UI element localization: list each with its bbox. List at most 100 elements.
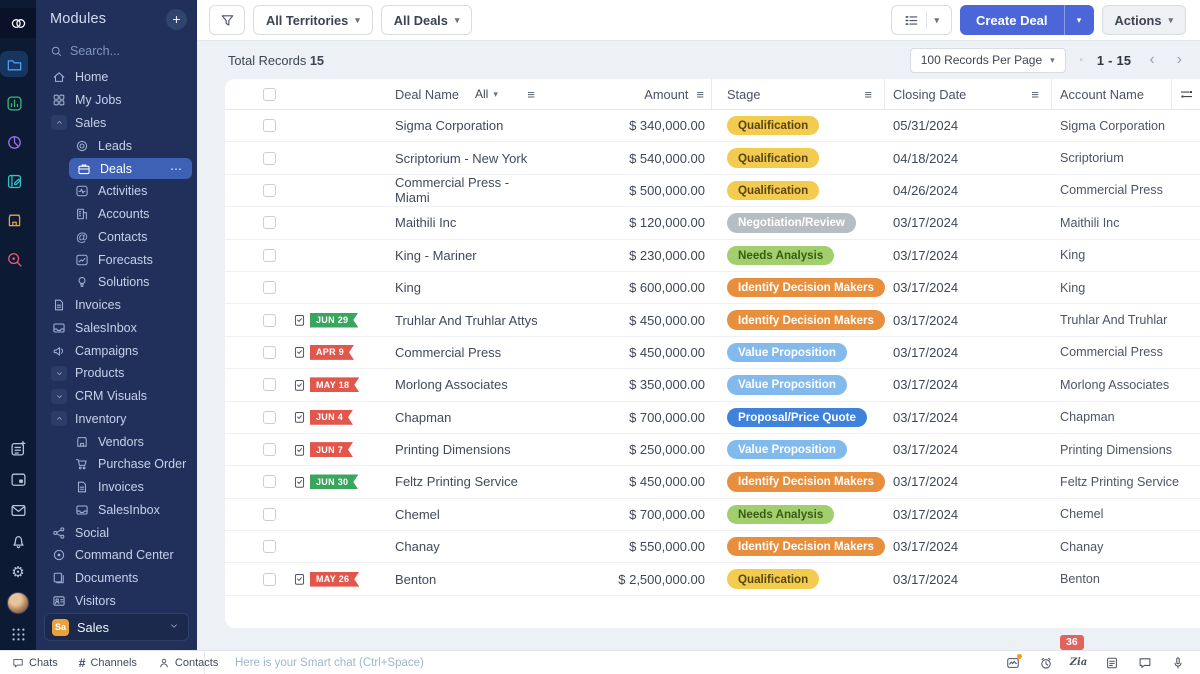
account-name-link[interactable]: King (1052, 240, 1200, 271)
deal-row-chemel[interactable]: Chemel $ 700,000.00 Needs Analysis 03/17… (225, 499, 1200, 531)
row-checkbox[interactable] (263, 119, 276, 132)
deal-row-commercial-press[interactable]: APR 9 Commercial Press $ 450,000.00 Valu… (225, 337, 1200, 369)
deal-name-link[interactable]: Chanay (383, 531, 545, 562)
deal-row-king-mariner[interactable]: King - Mariner $ 230,000.00 Needs Analys… (225, 240, 1200, 272)
account-name-link[interactable]: Commercial Press (1052, 337, 1200, 368)
territory-filter-dropdown[interactable]: All Territories ▾ (253, 5, 373, 35)
deal-row-printing-dimensions[interactable]: JUN 7 Printing Dimensions $ 250,000.00 V… (225, 434, 1200, 466)
account-name-link[interactable]: Sigma Corporation (1052, 110, 1200, 141)
deal-name-link[interactable]: King - Mariner (383, 240, 545, 271)
sidebar-item-campaigns[interactable]: Campaigns (36, 339, 197, 362)
sidebar-item-visitors[interactable]: Visitors (36, 590, 197, 609)
stage-column-header[interactable]: Stage (727, 87, 760, 102)
deal-name-link[interactable]: Commercial Press - Miami (383, 175, 545, 206)
chat-button[interactable] (1128, 656, 1161, 670)
sidebar-item-purchase-order[interactable]: Purchase Order (36, 453, 197, 476)
column-menu-icon[interactable]: ≡ (696, 87, 704, 102)
account-name-link[interactable]: Scriptorium (1052, 142, 1200, 173)
deal-name-link[interactable]: Benton (383, 563, 545, 594)
create-deal-dropdown[interactable]: ▾ (1064, 5, 1094, 35)
deal-name-link[interactable]: Printing Dimensions (383, 434, 545, 465)
deal-row-king[interactable]: King $ 600,000.00 Identify Decision Make… (225, 272, 1200, 304)
deal-name-link[interactable]: Morlong Associates (383, 369, 545, 400)
deal-name-link[interactable]: Scriptorium - New York (383, 142, 545, 173)
sidebar-item-social[interactable]: Social (36, 521, 197, 544)
row-checkbox[interactable] (263, 475, 276, 488)
account-name-link[interactable]: Maithili Inc (1052, 207, 1200, 238)
account-name-link[interactable]: Chanay (1052, 531, 1200, 562)
row-checkbox[interactable] (263, 216, 276, 229)
deal-row-scriptorium-new-york[interactable]: Scriptorium - New York $ 540,000.00 Qual… (225, 142, 1200, 174)
account-name-link[interactable]: King (1052, 272, 1200, 303)
sidebar-item-home[interactable]: Home (36, 66, 197, 89)
select-all-checkbox[interactable] (263, 88, 276, 101)
workspace-selector[interactable]: Sa Sales (44, 613, 189, 641)
account-name-link[interactable]: Commercial Press (1052, 175, 1200, 206)
reports-rail-button[interactable] (0, 129, 28, 155)
zia-assistant-button[interactable]: Zia (1062, 657, 1095, 668)
zoho-logo[interactable] (0, 8, 36, 38)
sidebar-item-activities[interactable]: Activities (36, 180, 197, 203)
row-checkbox[interactable] (263, 540, 276, 553)
sidebar-item-solutions[interactable]: Solutions (36, 271, 197, 294)
sidebar-item-sales[interactable]: Sales (36, 112, 197, 135)
deal-name-link[interactable]: Commercial Press (383, 337, 545, 368)
sidebar-item-forecasts[interactable]: Forecasts (36, 248, 197, 271)
analytics-rail-button[interactable] (0, 90, 28, 116)
module-search-input[interactable]: Search... (36, 38, 197, 64)
deal-row-commercial-press-miami[interactable]: Commercial Press - Miami $ 500,000.00 Qu… (225, 175, 1200, 207)
activity-log-button[interactable] (996, 656, 1029, 670)
panel-rail-button[interactable] (4, 469, 32, 489)
row-checkbox[interactable] (263, 249, 276, 262)
account-name-column-header[interactable]: Account Name (1060, 87, 1144, 102)
prev-page-button[interactable]: ‹ (1145, 51, 1158, 69)
column-menu-icon[interactable]: ≡ (864, 87, 872, 102)
deal-row-chapman[interactable]: JUN 4 Chapman $ 700,000.00 Proposal/Pric… (225, 402, 1200, 434)
smart-chat-input[interactable]: Here is your Smart chat (Ctrl+Space) (205, 657, 996, 669)
sidebar-item-salesinbox[interactable]: SalesInbox (36, 317, 197, 340)
sidebar-item-deals[interactable]: Deals ⋯ (69, 158, 192, 179)
sidebar-item-salesinbox[interactable]: SalesInbox (36, 499, 197, 522)
deal-name-column-header[interactable]: Deal Name (395, 87, 459, 102)
zia-search-rail-button[interactable] (0, 246, 28, 272)
row-checkbox[interactable] (263, 152, 276, 165)
create-deal-button[interactable]: Create Deal ▾ (960, 5, 1094, 35)
row-checkbox[interactable] (263, 184, 276, 197)
column-settings-button[interactable] (1172, 79, 1200, 109)
deal-row-maithili-inc[interactable]: Maithili Inc $ 120,000.00 Negotiation/Re… (225, 207, 1200, 239)
row-checkbox[interactable] (263, 346, 276, 359)
mail-rail-button[interactable] (4, 500, 32, 520)
more-actions-icon[interactable]: ⋯ (170, 162, 183, 176)
deals-view-dropdown[interactable]: All Deals ▾ (381, 5, 473, 35)
closing-date-column-header[interactable]: Closing Date (893, 87, 966, 102)
next-page-button[interactable]: › (1173, 51, 1186, 69)
deal-name-link[interactable]: Chapman (383, 402, 545, 433)
app-launcher-button[interactable] (4, 624, 32, 644)
deal-name-filter-dropdown[interactable]: All ▾ (475, 87, 498, 101)
sidebar-item-products[interactable]: Products (36, 362, 197, 385)
modules-rail-button[interactable] (0, 51, 28, 77)
deal-row-chanay[interactable]: Chanay $ 550,000.00 Identify Decision Ma… (225, 531, 1200, 563)
deal-name-link[interactable]: King (383, 272, 545, 303)
deal-row-benton[interactable]: MAY 26 Benton $ 2,500,000.00 Qualificati… (225, 563, 1200, 595)
sidebar-item-accounts[interactable]: Accounts (36, 203, 197, 226)
sidebar-item-inventory[interactable]: Inventory (36, 408, 197, 431)
account-name-link[interactable]: Morlong Associates (1052, 369, 1200, 400)
sidebar-item-crm-visuals[interactable]: CRM Visuals (36, 385, 197, 408)
actions-dropdown[interactable]: Actions ▾ (1102, 5, 1186, 35)
settings-rail-button[interactable]: ⚙ (4, 562, 32, 582)
marketplace-rail-button[interactable] (0, 207, 28, 233)
deal-name-link[interactable]: Maithili Inc (383, 207, 545, 238)
notebook-rail-button[interactable] (0, 168, 28, 194)
row-checkbox[interactable] (263, 443, 276, 456)
list-view-selector[interactable]: ▾ (891, 5, 952, 35)
account-name-link[interactable]: Benton (1052, 563, 1200, 594)
records-per-page-dropdown[interactable]: 100 Records Per Page ▾ (910, 48, 1066, 73)
deal-row-sigma-corporation[interactable]: Sigma Corporation $ 340,000.00 Qualifica… (225, 110, 1200, 142)
notifications-rail-button[interactable] (4, 531, 32, 551)
sidebar-item-invoices[interactable]: Invoices (36, 476, 197, 499)
sidebar-item-my-jobs[interactable]: My Jobs (36, 89, 197, 112)
add-module-button[interactable]: + (166, 9, 187, 30)
row-checkbox[interactable] (263, 314, 276, 327)
account-name-link[interactable]: Chemel (1052, 499, 1200, 530)
